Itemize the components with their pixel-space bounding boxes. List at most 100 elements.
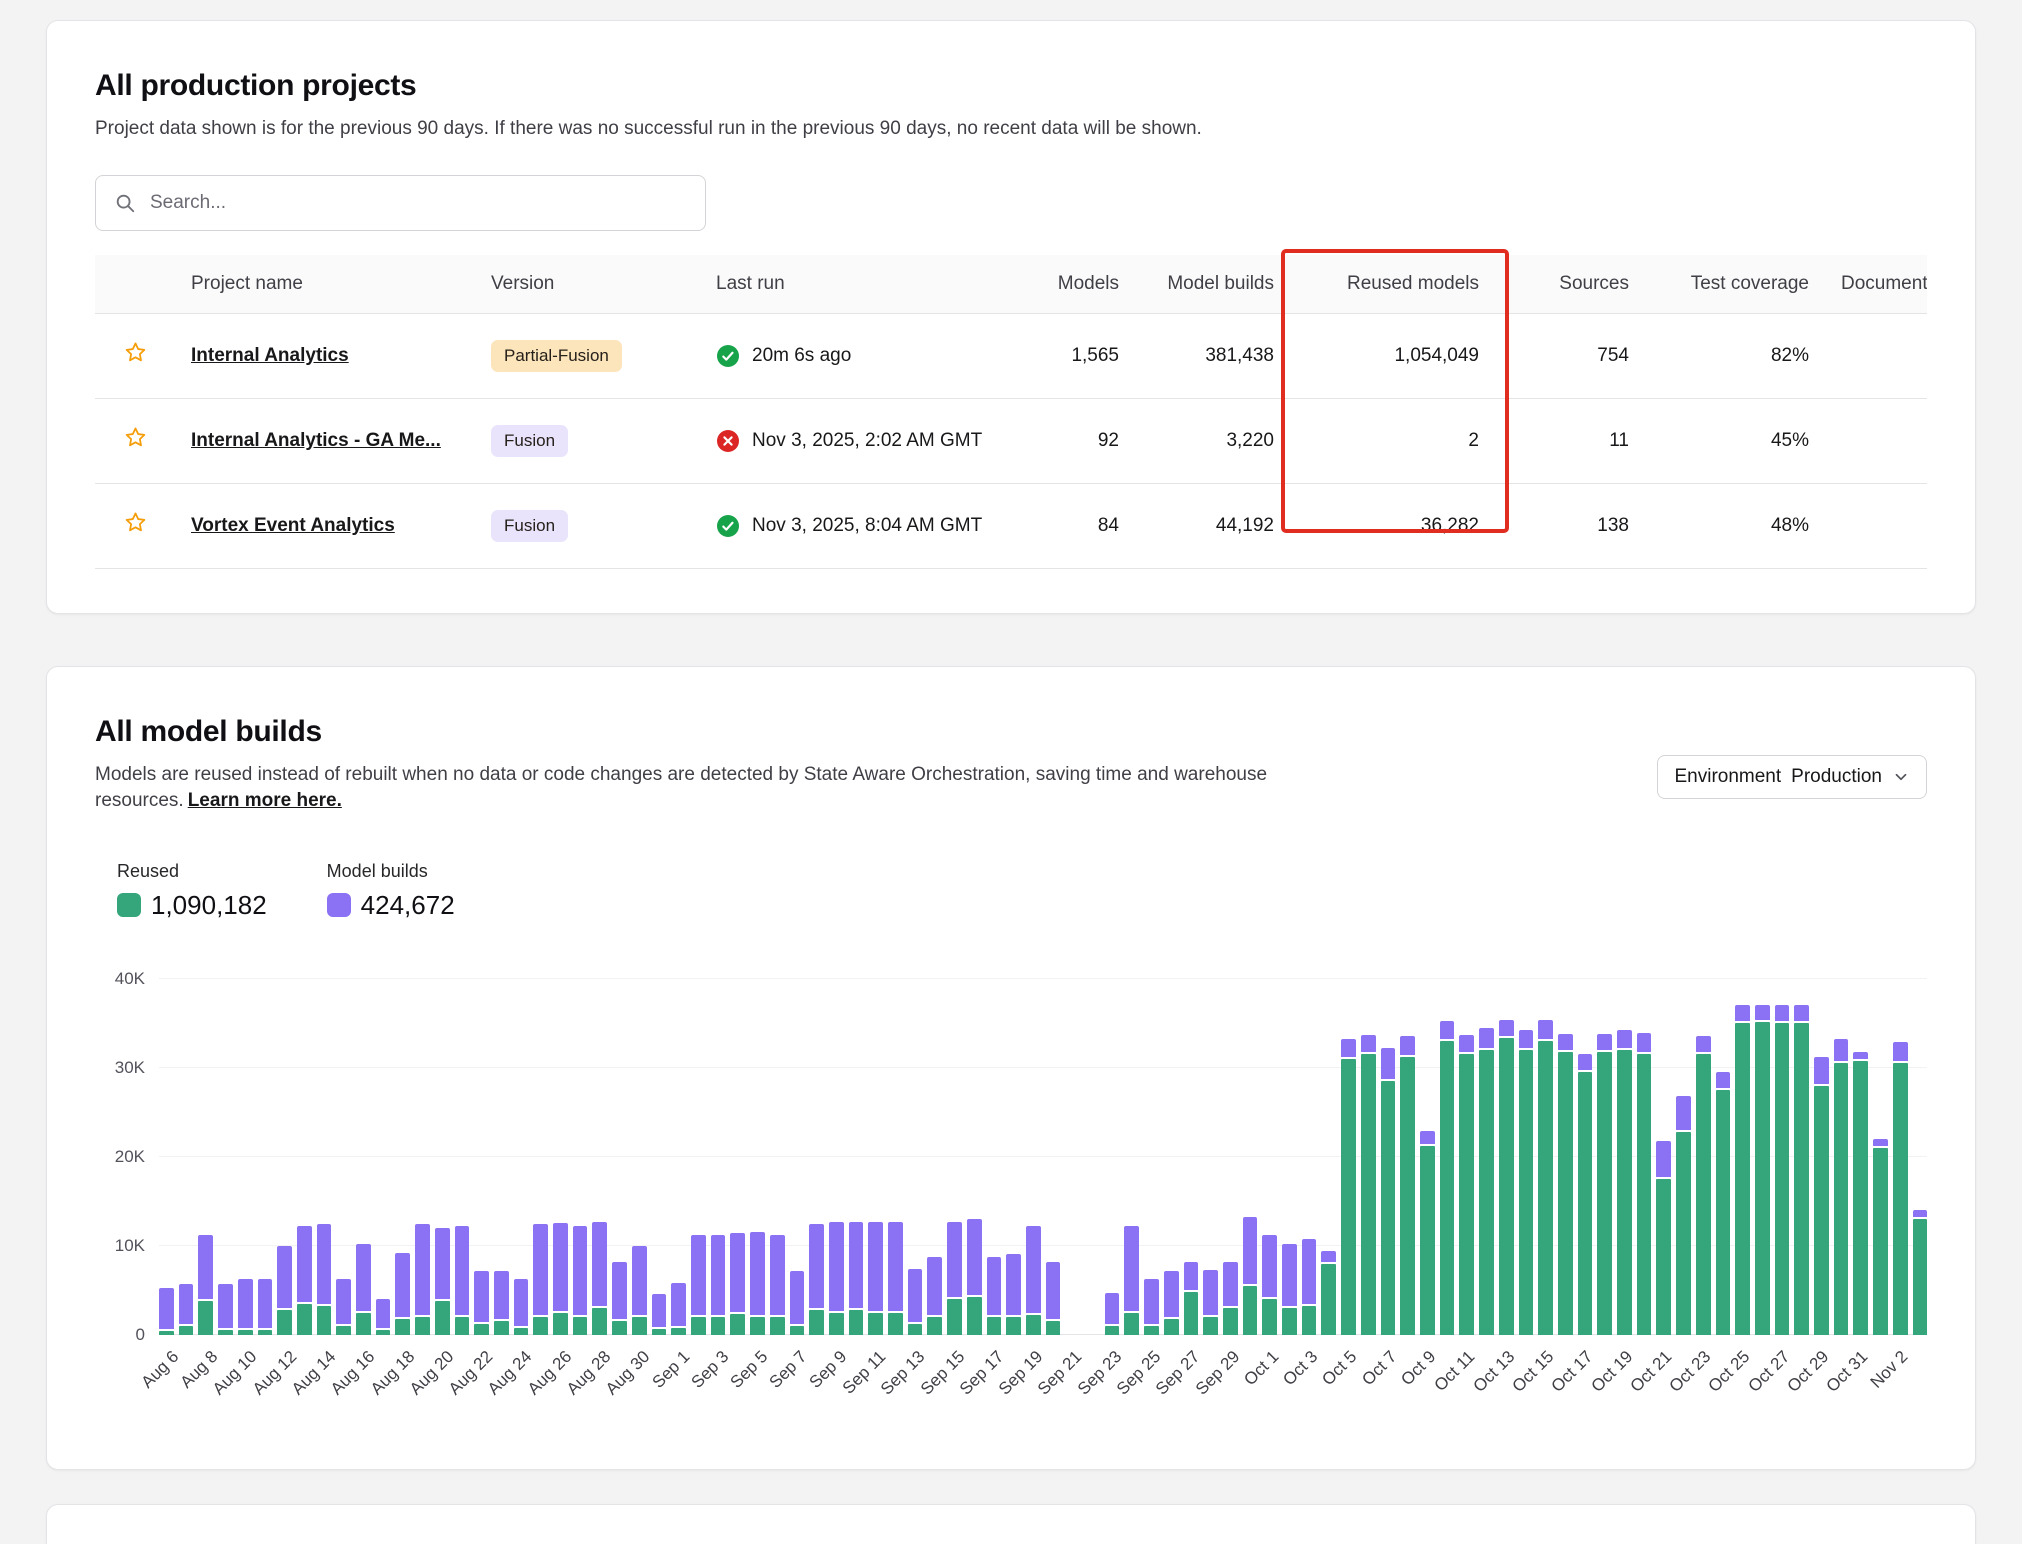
- bar-oct-3[interactable]: [1302, 979, 1317, 1335]
- bar-sep-29[interactable]: [1223, 979, 1238, 1335]
- bar-aug-20[interactable]: [435, 979, 450, 1335]
- bar-oct-15[interactable]: [1538, 979, 1553, 1335]
- bar-aug-13[interactable]: [297, 979, 312, 1335]
- bar-oct-29[interactable]: [1814, 979, 1829, 1335]
- search-box[interactable]: [95, 175, 706, 231]
- bar-aug-12[interactable]: [277, 979, 292, 1335]
- bar-oct-17[interactable]: [1578, 979, 1593, 1335]
- favorite-star-icon[interactable]: [123, 510, 148, 535]
- bar-oct-11[interactable]: [1459, 979, 1474, 1335]
- bar-oct-8[interactable]: [1400, 979, 1415, 1335]
- bar-sep-26[interactable]: [1164, 979, 1179, 1335]
- bar-oct-16[interactable]: [1558, 979, 1573, 1335]
- bar-sep-4[interactable]: [730, 979, 745, 1335]
- bar-sep-20[interactable]: [1046, 979, 1061, 1335]
- environment-select[interactable]: Environment Production: [1657, 755, 1927, 799]
- bar-sep-5[interactable]: [750, 979, 765, 1335]
- bar-sep-18[interactable]: [1006, 979, 1021, 1335]
- bar-oct-27[interactable]: [1775, 979, 1790, 1335]
- bar-sep-8[interactable]: [809, 979, 824, 1335]
- bar-aug-24[interactable]: [514, 979, 529, 1335]
- table-row[interactable]: Vortex Event Analytics Fusion Nov 3, 202…: [95, 483, 1927, 568]
- bar-aug-26[interactable]: [553, 979, 568, 1335]
- bar-sep-1[interactable]: [671, 979, 686, 1335]
- bar-sep-7[interactable]: [790, 979, 805, 1335]
- bar-sep-2[interactable]: [691, 979, 706, 1335]
- learn-more-link[interactable]: Learn more here.: [188, 790, 342, 811]
- bar-oct-31[interactable]: [1853, 979, 1868, 1335]
- bar-nov-1[interactable]: [1873, 979, 1888, 1335]
- bar-oct-18[interactable]: [1597, 979, 1612, 1335]
- bar-aug-27[interactable]: [573, 979, 588, 1335]
- bar-sep-14[interactable]: [927, 979, 942, 1335]
- bar-sep-17[interactable]: [987, 979, 1002, 1335]
- bar-sep-24[interactable]: [1124, 979, 1139, 1335]
- bar-aug-7[interactable]: [179, 979, 194, 1335]
- bar-sep-27[interactable]: [1184, 979, 1199, 1335]
- bar-aug-29[interactable]: [612, 979, 627, 1335]
- project-name-link[interactable]: Internal Analytics - GA Me...: [191, 430, 441, 451]
- bar-aug-23[interactable]: [494, 979, 509, 1335]
- search-input[interactable]: [150, 192, 687, 214]
- bar-sep-12[interactable]: [888, 979, 903, 1335]
- bar-sep-19[interactable]: [1026, 979, 1041, 1335]
- bar-oct-13[interactable]: [1499, 979, 1514, 1335]
- bar-sep-6[interactable]: [770, 979, 785, 1335]
- bar-nov-3[interactable]: [1913, 979, 1928, 1335]
- bar-aug-8[interactable]: [198, 979, 213, 1335]
- project-name-link[interactable]: Internal Analytics: [191, 345, 349, 366]
- bar-sep-13[interactable]: [908, 979, 923, 1335]
- bar-oct-20[interactable]: [1637, 979, 1652, 1335]
- bar-oct-9[interactable]: [1420, 979, 1435, 1335]
- bar-aug-19[interactable]: [415, 979, 430, 1335]
- bar-oct-12[interactable]: [1479, 979, 1494, 1335]
- bar-oct-24[interactable]: [1716, 979, 1731, 1335]
- bar-aug-16[interactable]: [356, 979, 371, 1335]
- bar-oct-5[interactable]: [1341, 979, 1356, 1335]
- bar-aug-22[interactable]: [474, 979, 489, 1335]
- bar-oct-23[interactable]: [1696, 979, 1711, 1335]
- bar-aug-17[interactable]: [376, 979, 391, 1335]
- bar-sep-23[interactable]: [1105, 979, 1120, 1335]
- favorite-star-icon[interactable]: [123, 425, 148, 450]
- bar-oct-19[interactable]: [1617, 979, 1632, 1335]
- bar-sep-10[interactable]: [849, 979, 864, 1335]
- bar-oct-25[interactable]: [1735, 979, 1750, 1335]
- bar-oct-28[interactable]: [1794, 979, 1809, 1335]
- bar-oct-26[interactable]: [1755, 979, 1770, 1335]
- bar-oct-7[interactable]: [1381, 979, 1396, 1335]
- bar-aug-6[interactable]: [159, 979, 174, 1335]
- bar-sep-25[interactable]: [1144, 979, 1159, 1335]
- bar-sep-16[interactable]: [967, 979, 982, 1335]
- table-row[interactable]: Internal Analytics Partial-Fusion 20m 6s…: [95, 313, 1927, 398]
- bar-oct-14[interactable]: [1519, 979, 1534, 1335]
- bar-aug-31[interactable]: [652, 979, 667, 1335]
- bar-sep-21[interactable]: [1065, 979, 1080, 1335]
- bar-oct-10[interactable]: [1440, 979, 1455, 1335]
- bar-aug-21[interactable]: [455, 979, 470, 1335]
- bar-aug-10[interactable]: [238, 979, 253, 1335]
- bar-aug-14[interactable]: [317, 979, 332, 1335]
- bar-sep-30[interactable]: [1243, 979, 1258, 1335]
- bar-aug-30[interactable]: [632, 979, 647, 1335]
- bar-aug-28[interactable]: [592, 979, 607, 1335]
- bar-sep-11[interactable]: [868, 979, 883, 1335]
- favorite-star-icon[interactable]: [123, 340, 148, 365]
- bar-oct-1[interactable]: [1262, 979, 1277, 1335]
- bar-oct-2[interactable]: [1282, 979, 1297, 1335]
- bar-sep-15[interactable]: [947, 979, 962, 1335]
- bar-aug-25[interactable]: [533, 979, 548, 1335]
- bar-aug-18[interactable]: [395, 979, 410, 1335]
- bar-sep-22[interactable]: [1085, 979, 1100, 1335]
- project-name-link[interactable]: Vortex Event Analytics: [191, 515, 395, 536]
- bar-aug-11[interactable]: [258, 979, 273, 1335]
- bar-oct-6[interactable]: [1361, 979, 1376, 1335]
- bar-sep-9[interactable]: [829, 979, 844, 1335]
- bar-oct-22[interactable]: [1676, 979, 1691, 1335]
- bar-nov-2[interactable]: [1893, 979, 1908, 1335]
- bar-oct-30[interactable]: [1834, 979, 1849, 1335]
- bar-oct-4[interactable]: [1321, 979, 1336, 1335]
- bar-aug-9[interactable]: [218, 979, 233, 1335]
- bar-aug-15[interactable]: [336, 979, 351, 1335]
- bar-sep-3[interactable]: [711, 979, 726, 1335]
